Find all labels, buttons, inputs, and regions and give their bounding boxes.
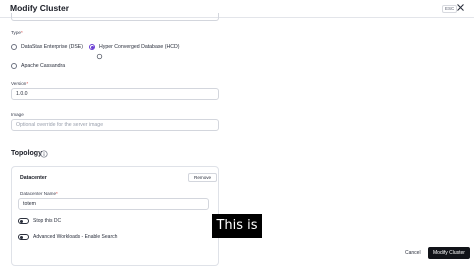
stop-dc-toggle-row[interactable]: Stop this DC <box>18 218 61 224</box>
esc-shortcut-badge: ESC <box>442 5 458 13</box>
datacenter-card-title: Datacenter <box>20 175 47 181</box>
datacenter-name-input[interactable]: totem <box>18 198 209 210</box>
video-caption: This is <box>212 214 262 238</box>
stop-dc-toggle[interactable] <box>18 218 29 224</box>
radio-label: Hyper Converged Database (HCD) <box>99 44 180 50</box>
image-label: Image <box>11 112 24 117</box>
remove-datacenter-button[interactable]: Remove <box>188 173 218 182</box>
datacenter-name-label: Datacenter Name* <box>20 191 58 196</box>
mouse-cursor-icon <box>96 53 103 60</box>
toggle-label: Stop this DC <box>33 218 62 224</box>
radio-label: Apache Cassandra <box>21 63 66 69</box>
search-workload-toggle-row[interactable]: Advanced Workloads - Enable Search <box>18 234 117 240</box>
version-label: Version* <box>11 81 29 86</box>
search-workload-toggle[interactable] <box>18 234 29 240</box>
radio-button[interactable] <box>11 44 17 50</box>
modify-cluster-button[interactable]: Modify Cluster <box>428 247 470 259</box>
datacenter-card: Datacenter Remove Datacenter Name* totem… <box>11 166 219 266</box>
info-icon[interactable] <box>40 150 48 158</box>
radio-option-dse[interactable]: DataStax Enterprise (DSE) <box>11 44 83 50</box>
previous-field-input[interactable] <box>11 13 219 21</box>
cancel-button[interactable]: Cancel <box>401 247 425 259</box>
image-input[interactable]: Optional override for the server image <box>11 119 219 131</box>
type-label: Type* <box>11 30 23 35</box>
radio-button[interactable] <box>11 63 17 69</box>
radio-label: DataStax Enterprise (DSE) <box>21 44 83 50</box>
radio-button-selected[interactable] <box>89 44 95 50</box>
topology-title: Topology <box>11 150 42 157</box>
toggle-label: Advanced Workloads - Enable Search <box>33 234 118 240</box>
radio-option-hcd[interactable]: Hyper Converged Database (HCD) <box>89 44 179 50</box>
version-input[interactable]: 1.0.0 <box>11 88 219 100</box>
dialog-title: Modify Cluster <box>10 3 70 13</box>
close-icon[interactable] <box>456 3 465 12</box>
radio-option-cassandra[interactable]: Apache Cassandra <box>11 63 65 69</box>
